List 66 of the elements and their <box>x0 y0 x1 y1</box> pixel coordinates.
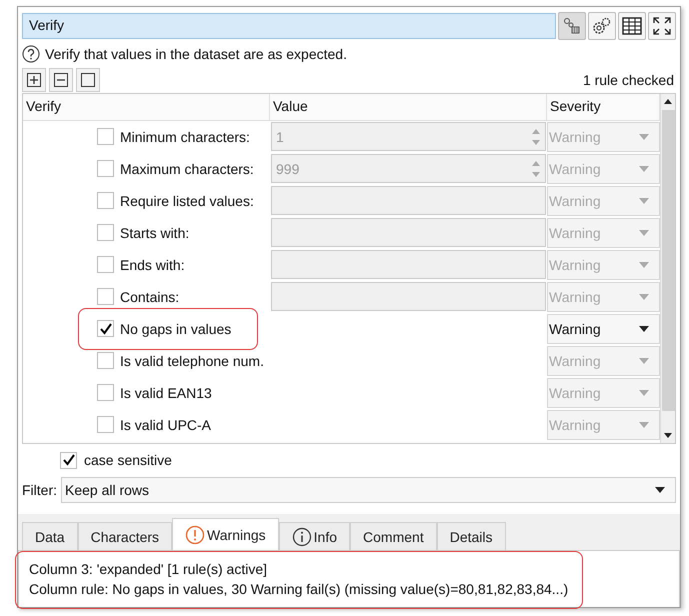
help-icon[interactable] <box>22 44 40 63</box>
rule-count: 1 rule checked <box>582 72 674 88</box>
caret-icon <box>639 166 649 172</box>
gears-icon[interactable] <box>588 12 616 40</box>
rule-label: Is valid EAN13 <box>120 384 212 401</box>
filter-label: Filter: <box>22 482 57 498</box>
checkbox[interactable] <box>97 224 114 242</box>
checkbox-label: case sensitive <box>84 452 172 468</box>
add-icon[interactable] <box>22 68 46 92</box>
scroll-up-icon[interactable] <box>663 98 673 106</box>
caret-icon <box>639 326 649 332</box>
tab[interactable]: Details <box>436 522 506 550</box>
warning-icon <box>185 524 206 544</box>
rule-label: Is valid UPC-A <box>120 416 212 433</box>
column-header[interactable]: Verify <box>23 94 270 120</box>
checkbox[interactable] <box>97 288 114 306</box>
output-line: Column rule: No gaps in values, 30 Warning fail(s) (missing value(s)=80,81,82,83,84...) <box>29 580 570 599</box>
caret-icon <box>639 262 649 268</box>
blank-icon[interactable] <box>76 68 100 92</box>
caret-icon <box>639 422 649 428</box>
caret-icon <box>639 390 649 396</box>
input-field[interactable] <box>271 282 546 312</box>
tab[interactable]: Data <box>22 522 78 550</box>
info-icon <box>292 526 312 546</box>
rule-label: No gaps in values <box>120 320 232 337</box>
table-icon[interactable] <box>618 12 646 40</box>
checkbox[interactable] <box>97 160 114 178</box>
input-field[interactable] <box>271 186 546 216</box>
checkbox[interactable] <box>97 128 114 146</box>
tab[interactable]: Comment <box>350 522 437 550</box>
rule-label: Require listed values: <box>120 192 254 209</box>
input-field[interactable] <box>271 218 546 248</box>
caret-icon <box>639 230 649 236</box>
input-field[interactable] <box>271 250 546 280</box>
tab[interactable]: Warnings <box>172 518 279 550</box>
rule-label: Ends with: <box>120 256 185 273</box>
rule-label: Contains: <box>120 288 180 305</box>
column-settings-icon[interactable] <box>558 12 586 40</box>
tab[interactable]: Characters <box>78 522 172 550</box>
scrollbar[interactable] <box>660 94 675 444</box>
caret-icon <box>639 294 649 300</box>
rule-label: Is valid telephone num. <box>120 352 264 369</box>
maximize-icon[interactable] <box>648 12 676 40</box>
column-header[interactable]: Value <box>270 94 547 120</box>
filter-dropdown[interactable]: Keep all rows <box>61 477 676 504</box>
output-line: Column 3: 'expanded' [1 rule(s) active] <box>29 560 268 579</box>
rule-label: Starts with: <box>120 224 190 241</box>
description-text: Verify that values in the dataset are as expected. <box>45 46 347 62</box>
checkbox[interactable] <box>97 192 114 210</box>
rule-label: Maximum characters: <box>120 160 254 177</box>
tab[interactable]: Info <box>278 522 350 550</box>
rule-label: Minimum characters: <box>120 128 250 145</box>
caret-icon <box>639 358 649 364</box>
checkbox[interactable] <box>97 384 114 402</box>
caret-icon <box>639 134 649 140</box>
checkbox[interactable] <box>60 452 77 469</box>
caret-icon <box>655 487 665 494</box>
checkbox[interactable] <box>97 256 114 274</box>
checkbox[interactable] <box>97 320 114 338</box>
scroll-down-icon[interactable] <box>663 431 673 440</box>
checkbox[interactable] <box>97 416 114 434</box>
caret-icon <box>639 198 649 204</box>
checkbox[interactable] <box>97 352 114 370</box>
window-title: Verify <box>22 12 556 39</box>
remove-icon[interactable] <box>49 68 73 92</box>
severity-dropdown[interactable]: Warning <box>547 314 660 344</box>
